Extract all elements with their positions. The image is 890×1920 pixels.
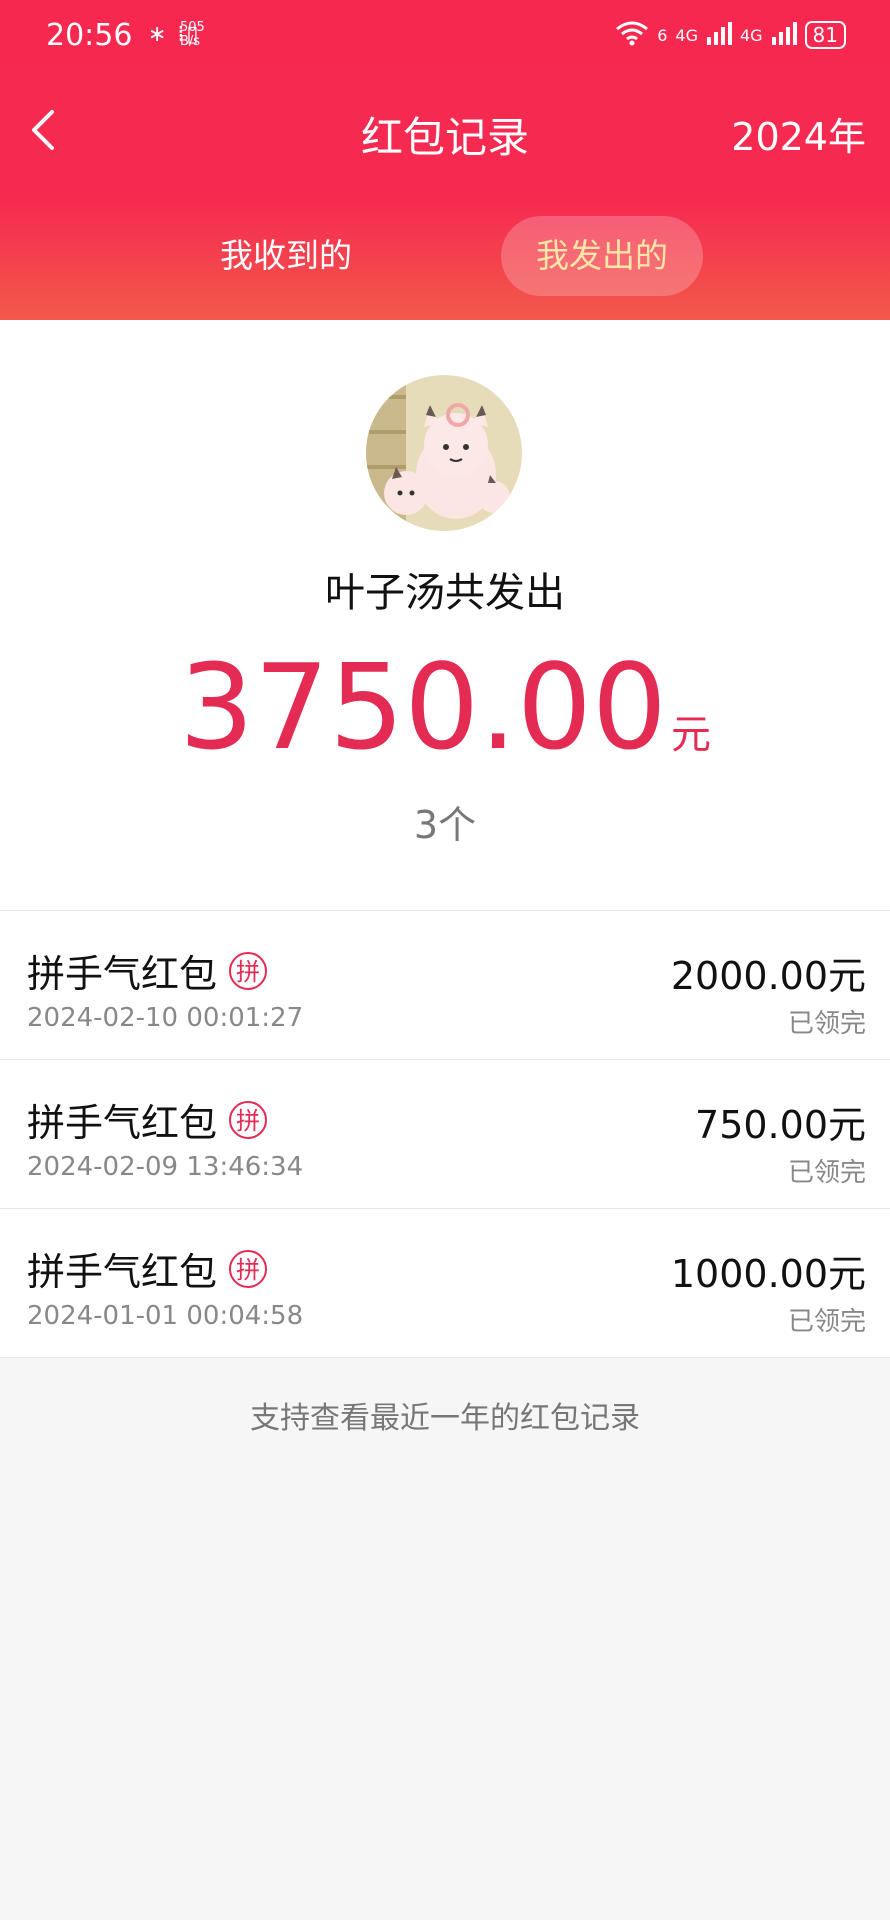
signal2-label: 4G — [739, 25, 763, 45]
record-status: 已领完 — [787, 1009, 866, 1039]
tab-bar: 我收到的 我发出的 — [0, 216, 890, 296]
lucky-badge-icon: 拼 — [229, 1249, 268, 1288]
sender-summary: 叶子汤共发出 — [325, 570, 565, 616]
nav-bar: 红包记录 2024年 — [0, 90, 890, 170]
record-status: 已领完 — [787, 1158, 866, 1188]
record-amount: 2000.00元 — [670, 954, 866, 998]
battery-icon: 81 — [804, 21, 846, 49]
tab-sent[interactable]: 我发出的 — [501, 216, 703, 296]
record-name: 拼手气红包 拼 — [27, 1092, 268, 1147]
record-date: 2024-02-10 00:01:27 — [27, 1003, 304, 1033]
lucky-badge-icon: 拼 — [229, 1100, 268, 1139]
lucky-badge-icon: 拼 — [229, 951, 268, 990]
status-right: 6 4G 4G 81 — [615, 20, 846, 50]
record-name: 拼手气红包 拼 — [27, 1241, 268, 1296]
footer-note: 支持查看最近一年的红包记录 — [250, 1401, 640, 1436]
record-name-text: 拼手气红包 — [27, 1250, 218, 1294]
record-status: 已领完 — [787, 1307, 866, 1337]
record-date: 2024-02-09 13:46:34 — [27, 1152, 304, 1182]
wifi-icon — [615, 20, 649, 50]
net-rate-unit: B/s — [180, 34, 201, 49]
record-date: 2024-01-01 00:04:58 — [27, 1301, 304, 1331]
signal-icon — [771, 21, 797, 49]
signal-icon — [706, 21, 732, 49]
status-bar: 20:56 ∗ ⁞▯ 505 B/s 6 4G 4G 81 — [0, 0, 890, 70]
total-amount-unit: 元 — [670, 712, 711, 758]
signal1-label: 4G — [675, 25, 698, 45]
packet-count: 3个 — [413, 803, 477, 847]
tab-received[interactable]: 我收到的 — [186, 216, 386, 296]
wifi-label: 6 — [657, 25, 668, 45]
net-rate-value: 505 — [180, 20, 205, 35]
header: 20:56 ∗ ⁞▯ 505 B/s 6 4G 4G 81 红包记录 2024年… — [0, 0, 890, 320]
record-amount: 1000.00元 — [670, 1252, 866, 1296]
total-amount-value: 3750.00 — [179, 638, 667, 776]
status-time: 20:56 — [46, 18, 133, 53]
avatar — [366, 375, 522, 531]
year-selector[interactable]: 2024年 — [731, 106, 866, 161]
record-name-text: 拼手气红包 — [27, 1101, 218, 1145]
record-name-text: 拼手气红包 — [27, 952, 218, 996]
record-name: 拼手气红包 拼 — [27, 943, 268, 998]
summary-card: 叶子汤共发出 3750.00 元 3个 — [0, 320, 890, 910]
record-amount: 750.00元 — [695, 1103, 866, 1147]
net-rate: 505 B/s — [180, 21, 205, 49]
list-item[interactable]: 拼手气红包 拼 2024-02-09 13:46:34 750.00元 已领完 — [0, 1059, 890, 1208]
list-item[interactable]: 拼手气红包 拼 2024-01-01 00:04:58 1000.00元 已领完 — [0, 1208, 890, 1358]
list-item[interactable]: 拼手气红包 拼 2024-02-10 00:01:27 2000.00元 已领完 — [0, 910, 890, 1059]
total-amount: 3750.00 元 — [0, 638, 890, 776]
record-list: 拼手气红包 拼 2024-02-10 00:01:27 2000.00元 已领完… — [0, 910, 890, 1358]
avatar-image — [366, 375, 522, 531]
